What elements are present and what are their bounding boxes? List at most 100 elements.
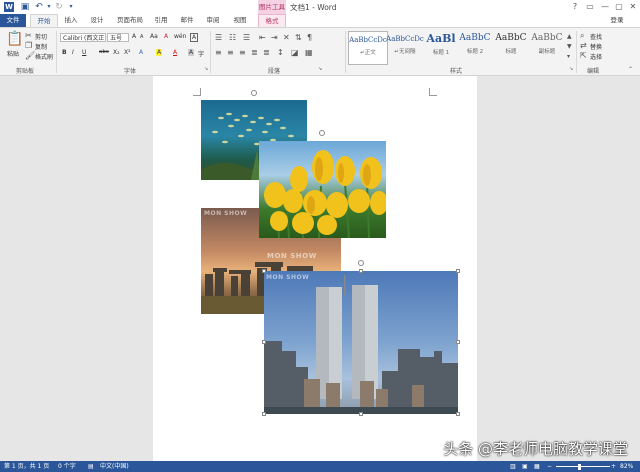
restore-button[interactable]: ▢	[612, 1, 626, 13]
tab-insert[interactable]: 插入	[60, 14, 82, 27]
format-painter-icon[interactable]: 🖌	[25, 51, 35, 60]
grow-font-button[interactable]: A	[132, 33, 136, 40]
style-heading-2[interactable]: AaBbC 标题 2	[456, 31, 494, 63]
proofing-icon[interactable]: ▤	[88, 461, 94, 472]
strikethrough-button[interactable]: abc	[99, 49, 109, 55]
resize-handle-e[interactable]	[456, 340, 460, 344]
replace-icon[interactable]: ⇄	[580, 41, 587, 50]
italic-button[interactable]: I	[72, 49, 74, 56]
align-center-icon[interactable]: ≡	[227, 48, 234, 57]
collapse-ribbon-icon[interactable]: ⌃	[628, 65, 633, 74]
select-button[interactable]: 选择	[590, 52, 602, 61]
superscript-button[interactable]: X²	[124, 49, 131, 56]
styles-more-icon[interactable]: ▾	[567, 52, 570, 61]
skyline-photo[interactable]: MON SHOW	[264, 271, 458, 414]
minimize-button[interactable]: —	[598, 1, 612, 13]
chinese-layout-icon[interactable]: ✕	[283, 33, 290, 42]
paste-icon[interactable]: 📋	[6, 32, 23, 46]
line-spacing-icon[interactable]: ↕	[277, 48, 284, 57]
justify-icon[interactable]: ≣	[251, 48, 258, 57]
text-effects-button[interactable]: A	[139, 49, 143, 56]
align-left-icon[interactable]: ≡	[215, 48, 222, 57]
zoom-out-icon[interactable]: −	[547, 461, 552, 472]
bullets-icon[interactable]: ☰	[215, 33, 222, 42]
decrease-indent-icon[interactable]: ⇤	[259, 33, 266, 42]
clear-format-button[interactable]: A	[164, 33, 168, 40]
align-right-icon[interactable]: ≡	[239, 48, 246, 57]
shading-icon[interactable]: ◪	[291, 48, 299, 57]
increase-indent-icon[interactable]: ⇥	[271, 33, 278, 42]
underline-button[interactable]: U	[82, 49, 86, 56]
numbering-icon[interactable]: ☷	[229, 33, 236, 42]
char-shading-button[interactable]: A	[188, 49, 195, 56]
font-color-button[interactable]: A	[173, 49, 177, 56]
document-page[interactable]: MON SHOW MON SHOW MON SHOW	[153, 76, 477, 463]
tab-layout[interactable]: 页面布局	[113, 14, 147, 27]
tab-design[interactable]: 设计	[86, 14, 108, 27]
cut-icon[interactable]: ✂	[25, 31, 32, 40]
copy-icon[interactable]: ❐	[25, 41, 32, 50]
bold-button[interactable]: B	[62, 49, 67, 56]
replace-button[interactable]: 替换	[590, 42, 602, 51]
find-icon[interactable]: ⌕	[580, 31, 584, 40]
cut-button[interactable]: 剪切	[35, 32, 47, 41]
style-heading-1[interactable]: AaBl 标题 1	[422, 31, 460, 63]
login-button[interactable]: 登录	[606, 14, 628, 27]
customize-qat-icon[interactable]: ▾	[66, 2, 76, 12]
undo-dropdown-icon[interactable]: ▾	[44, 2, 54, 12]
font-size-select[interactable]: 五号	[107, 33, 129, 42]
rotate-handle[interactable]	[251, 90, 257, 96]
find-button[interactable]: 查找	[590, 32, 602, 41]
tab-file[interactable]: 文件	[0, 14, 26, 27]
styles-dialog-launcher-icon[interactable]: ↘	[569, 65, 573, 74]
shrink-font-button[interactable]: A	[140, 34, 143, 40]
change-case-button[interactable]: Aa	[150, 33, 158, 40]
zoom-slider-thumb[interactable]	[578, 464, 581, 470]
select-icon[interactable]: ⇱	[580, 51, 587, 60]
style-title[interactable]: AaBbC 标题	[492, 31, 530, 63]
zoom-level[interactable]: 82%	[620, 461, 633, 472]
sort-icon[interactable]: ⇅	[295, 33, 302, 42]
phonetic-guide-button[interactable]: wén	[174, 33, 186, 40]
tab-mailings[interactable]: 邮件	[176, 14, 198, 27]
paste-button[interactable]: 粘贴	[7, 49, 19, 58]
highlight-button[interactable]: A	[156, 49, 163, 56]
undo-icon[interactable]: ↶	[34, 2, 44, 12]
styles-scroll-down-icon[interactable]: ▼	[567, 42, 572, 51]
resize-handle-sw[interactable]	[262, 412, 266, 416]
redo-icon[interactable]: ↻	[54, 2, 64, 12]
tab-view[interactable]: 视图	[229, 14, 251, 27]
font-dialog-launcher-icon[interactable]: ↘	[204, 65, 208, 74]
read-mode-icon[interactable]: ▥	[510, 461, 516, 472]
styles-scroll-up-icon[interactable]: ▲	[567, 32, 572, 41]
style-normal[interactable]: AaBbCcDc ↵正文	[348, 31, 388, 65]
page-count[interactable]: 第 1 页，共 1 页	[4, 461, 49, 472]
help-button[interactable]: ?	[568, 1, 582, 13]
resize-handle-ne[interactable]	[456, 269, 460, 273]
print-layout-icon[interactable]: ▣	[522, 461, 528, 472]
font-family-select[interactable]: Calibri (西文正	[60, 33, 106, 42]
zoom-slider-track[interactable]	[556, 466, 610, 467]
web-layout-icon[interactable]: ▦	[534, 461, 540, 472]
zoom-in-icon[interactable]: +	[611, 461, 616, 472]
resize-handle-s[interactable]	[359, 412, 363, 416]
tab-references[interactable]: 引用	[150, 14, 172, 27]
distributed-icon[interactable]: ≣	[263, 48, 270, 57]
char-border-button[interactable]: A	[190, 33, 199, 42]
language-status[interactable]: 中文(中国)	[100, 461, 129, 472]
resize-handle-se[interactable]	[456, 412, 460, 416]
enclose-char-button[interactable]: 字	[198, 49, 204, 58]
rotate-handle[interactable]	[319, 130, 325, 136]
resize-handle-n[interactable]	[359, 269, 363, 273]
resize-handle-nw[interactable]	[262, 269, 266, 273]
close-button[interactable]: ✕	[626, 1, 640, 13]
format-painter-button[interactable]: 格式刷	[35, 52, 53, 61]
tulips-photo[interactable]	[259, 141, 386, 238]
subscript-button[interactable]: X₂	[113, 49, 120, 56]
tab-format[interactable]: 格式	[258, 14, 286, 27]
ribbon-display-button[interactable]: ▭	[583, 1, 597, 13]
copy-button[interactable]: 复制	[35, 42, 47, 51]
style-no-spacing[interactable]: AaBbCcDc ↵无间隔	[386, 31, 424, 63]
multilevel-list-icon[interactable]: ☰	[243, 33, 250, 42]
paragraph-dialog-launcher-icon[interactable]: ↘	[318, 65, 322, 74]
